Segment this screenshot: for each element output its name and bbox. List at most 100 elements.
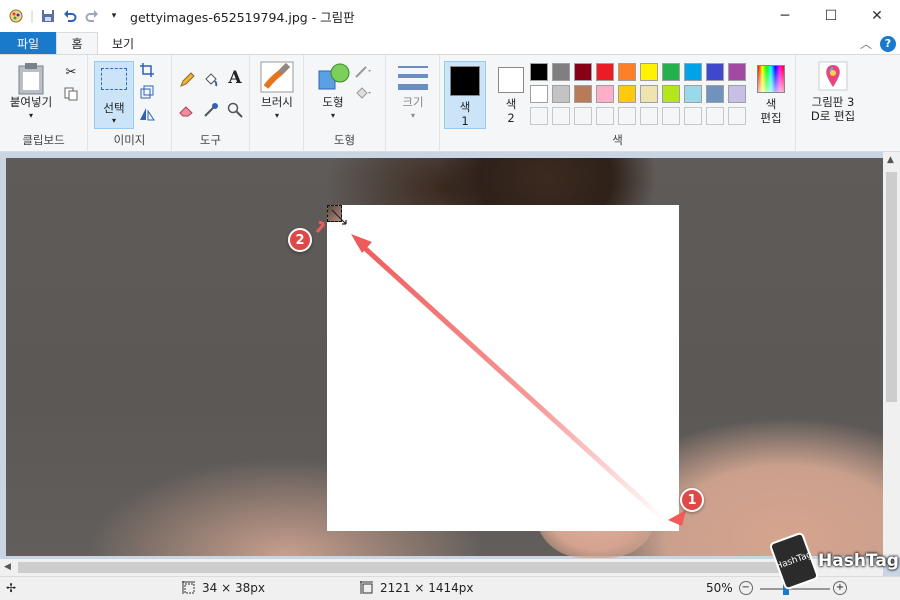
palette-swatch[interactable] (552, 63, 570, 81)
vertical-scroll-thumb[interactable] (886, 172, 897, 402)
help-icon[interactable]: ? (880, 35, 896, 52)
palette-swatch[interactable] (530, 85, 548, 103)
shapes-group-label: 도형 (333, 133, 356, 147)
close-button[interactable]: ✕ (854, 0, 900, 32)
tab-view[interactable]: 보기 (98, 32, 148, 54)
palette-swatch[interactable] (530, 63, 548, 81)
paint-app-icon[interactable] (8, 8, 24, 24)
step-badge-2: 2 (288, 228, 312, 252)
size-button[interactable]: 크기 ▾ (392, 63, 434, 123)
cursor-position-icon: ✢ (6, 581, 17, 595)
redo-icon[interactable] (84, 8, 100, 24)
hashtag-logo-text: HashTag (818, 551, 899, 571)
color-picker-icon[interactable] (202, 101, 220, 119)
select-button[interactable]: 선택 ▾ (94, 61, 134, 129)
palette-swatch[interactable] (552, 85, 570, 103)
zoom-out-button[interactable]: − (738, 581, 753, 595)
palette-swatch[interactable] (640, 85, 658, 103)
palette-swatch[interactable] (706, 85, 724, 103)
palette-swatch[interactable] (706, 107, 724, 125)
color2-button[interactable]: 색 2 (490, 61, 532, 129)
title-bar: | ▾ gettyimages-652519794.jpg - 그림판 ─ ☐ … (0, 0, 900, 32)
edit-colors-button[interactable]: 색 편집 (750, 61, 792, 129)
crop-icon[interactable] (138, 61, 156, 79)
zoom-status: 50% − (706, 581, 753, 595)
shapes-icon (318, 63, 350, 90)
shapes-button[interactable]: 도형 ▾ (310, 61, 356, 123)
shapes-label: 도형 (322, 95, 344, 109)
color2-number: 2 (507, 111, 515, 125)
shape-fill-icon[interactable] (354, 85, 372, 103)
minimize-button[interactable]: ─ (762, 0, 808, 32)
selection-size-icon (182, 581, 195, 594)
fill-icon[interactable] (202, 71, 220, 89)
canvas-workspace[interactable]: 1 2 ▲ ◀ (0, 152, 900, 576)
paint3d-label-1: 그림판 3 (811, 95, 855, 109)
ribbon-tabs: 파일 홈 보기 ︿ ? (0, 32, 900, 54)
photo-canvas[interactable]: 1 2 (6, 158, 884, 558)
palette-swatch[interactable] (640, 63, 658, 81)
size-label: 크기 (402, 95, 424, 109)
save-icon[interactable] (40, 8, 56, 24)
brushes-label: 브러시 (261, 95, 293, 109)
eraser-icon[interactable] (178, 101, 196, 119)
palette-swatch[interactable] (662, 85, 680, 103)
palette-swatch[interactable] (684, 85, 702, 103)
maximize-button[interactable]: ☐ (808, 0, 854, 32)
image-group-label: 이미지 (113, 133, 146, 147)
palette-swatch[interactable] (596, 85, 614, 103)
selection-size-status: 34 × 38px (182, 581, 265, 595)
palette-swatch[interactable] (640, 107, 658, 125)
paste-button[interactable]: 붙여넣기 ▾ (6, 61, 56, 123)
clipboard-group: 붙여넣기 ▾ ✂ 클립보드 (0, 55, 88, 152)
paste-icon (18, 63, 44, 95)
scroll-up-icon[interactable]: ▲ (887, 155, 894, 165)
horizontal-scroll-thumb[interactable] (18, 562, 788, 573)
tab-home[interactable]: 홈 (56, 32, 98, 54)
palette-swatch[interactable] (574, 85, 592, 103)
edit-colors-label-2: 편집 (760, 111, 782, 125)
vertical-scrollbar[interactable]: ▲ (883, 152, 900, 558)
palette-swatch[interactable] (618, 63, 636, 81)
pencil-icon[interactable] (178, 71, 196, 89)
palette-swatch[interactable] (706, 63, 724, 81)
palette-swatch[interactable] (728, 85, 746, 103)
palette-swatch[interactable] (684, 63, 702, 81)
resize-icon[interactable] (138, 83, 156, 101)
undo-icon[interactable] (62, 8, 78, 24)
palette-swatch[interactable] (728, 107, 746, 125)
copy-icon[interactable] (62, 85, 80, 103)
palette-swatch[interactable] (596, 107, 614, 125)
ribbon: 붙여넣기 ▾ ✂ 클립보드 선택 ▾ 이미지 A 도구 브러시 ▾ 도형 ▾ 도… (0, 54, 900, 152)
outline-icon[interactable] (354, 63, 372, 81)
rotate-icon[interactable] (138, 105, 156, 123)
color-palette (530, 63, 746, 125)
magnifier-icon[interactable] (226, 101, 244, 119)
color1-button[interactable]: 색 1 (444, 61, 486, 129)
customize-dropdown-icon[interactable]: ▾ (106, 8, 122, 24)
palette-swatch[interactable] (530, 107, 548, 125)
tab-file[interactable]: 파일 (0, 32, 56, 54)
zoom-value: 50% (706, 581, 733, 595)
palette-swatch[interactable] (574, 63, 592, 81)
palette-swatch[interactable] (684, 107, 702, 125)
horizontal-scrollbar[interactable]: ◀ (0, 559, 883, 576)
palette-swatch[interactable] (574, 107, 592, 125)
palette-swatch[interactable] (728, 63, 746, 81)
image-size-icon (360, 581, 373, 594)
tools-group-label: 도구 (199, 133, 222, 147)
palette-swatch[interactable] (662, 63, 680, 81)
palette-swatch[interactable] (618, 107, 636, 125)
palette-swatch[interactable] (662, 107, 680, 125)
palette-swatch[interactable] (618, 85, 636, 103)
brushes-button[interactable]: 브러시 ▾ (254, 61, 300, 123)
palette-swatch[interactable] (552, 107, 570, 125)
scroll-left-icon[interactable]: ◀ (4, 562, 11, 572)
select-icon (101, 68, 127, 90)
clipboard-group-label: 클립보드 (22, 133, 65, 147)
palette-swatch[interactable] (596, 63, 614, 81)
collapse-ribbon-icon[interactable]: ︿ (860, 35, 872, 52)
edit-with-paint3d-button[interactable]: 그림판 3 D로 편집 (802, 61, 864, 123)
cut-icon[interactable]: ✂ (62, 63, 80, 81)
text-tool-icon[interactable]: A (226, 68, 244, 88)
